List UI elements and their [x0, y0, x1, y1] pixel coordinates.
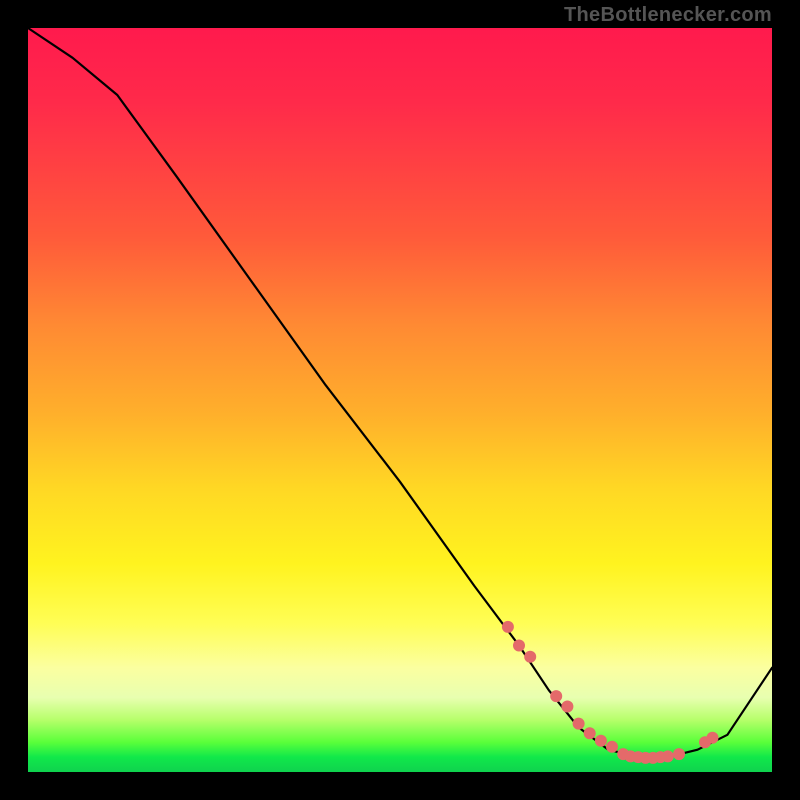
highlight-point — [662, 750, 674, 762]
highlight-point — [513, 640, 525, 652]
chart-svg — [28, 28, 772, 772]
plot-area — [28, 28, 772, 772]
highlight-point — [550, 690, 562, 702]
highlight-point — [595, 735, 607, 747]
chart-frame: TheBottlenecker.com — [0, 0, 800, 800]
highlight-point — [606, 741, 618, 753]
highlight-point — [561, 701, 573, 713]
highlight-points — [502, 621, 719, 764]
highlight-point — [573, 718, 585, 730]
highlight-point — [673, 748, 685, 760]
highlight-point — [502, 621, 514, 633]
bottleneck-curve — [28, 28, 772, 757]
highlight-point — [584, 727, 596, 739]
highlight-point — [524, 651, 536, 663]
watermark-text: TheBottlenecker.com — [564, 4, 772, 27]
highlight-point — [707, 732, 719, 744]
